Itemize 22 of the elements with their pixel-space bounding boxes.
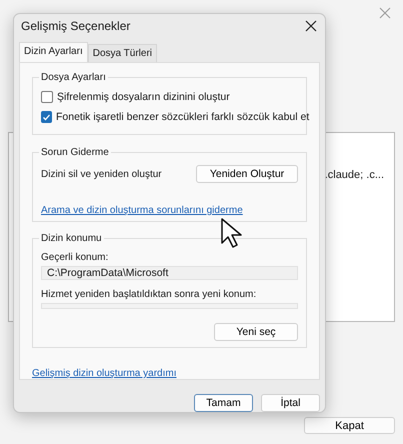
tab[interactable]: Dizin Ayarları bbox=[19, 42, 88, 62]
checkbox-label: Şifrelenmiş dosyaların dizinini oluştur bbox=[57, 91, 230, 103]
checkbox-label: Fonetik işaretli benzer sözcükleri farklı sözcük kabul et bbox=[56, 111, 310, 123]
troubleshoot-link[interactable]: Arama ve dizin oluşturma sorunlarını giderme bbox=[41, 205, 243, 216]
label: Dizini sil ve yeniden oluştur bbox=[41, 168, 162, 180]
close-icon bbox=[379, 7, 391, 19]
select-new-button[interactable]: Yeni seç bbox=[214, 323, 298, 341]
checkbox[interactable] bbox=[41, 91, 53, 103]
path-field: C:\ProgramData\Microsoft bbox=[41, 266, 298, 280]
close-icon bbox=[305, 20, 317, 32]
label: Hizmet yeniden başlatıldıktan sonra yeni konum: bbox=[41, 289, 258, 300]
checkbox[interactable] bbox=[41, 111, 52, 123]
ok-button[interactable]: Tamam bbox=[194, 394, 253, 412]
help-link[interactable]: Gelişmiş dizin oluşturma yardımı bbox=[32, 368, 176, 379]
close-button[interactable]: Kapat bbox=[304, 417, 395, 434]
group-title: Dosya Ayarları bbox=[39, 71, 108, 84]
tab[interactable]: Dosya Türleri bbox=[88, 44, 158, 62]
dialog-title: Gelişmiş Seçenekler bbox=[21, 18, 130, 32]
label: Geçerli konum: bbox=[41, 252, 110, 263]
rebuild-button[interactable]: Yeniden Oluştur bbox=[196, 165, 298, 183]
list-text: .claude; .c... bbox=[324, 169, 384, 183]
cancel-button[interactable]: İptal bbox=[261, 394, 320, 412]
